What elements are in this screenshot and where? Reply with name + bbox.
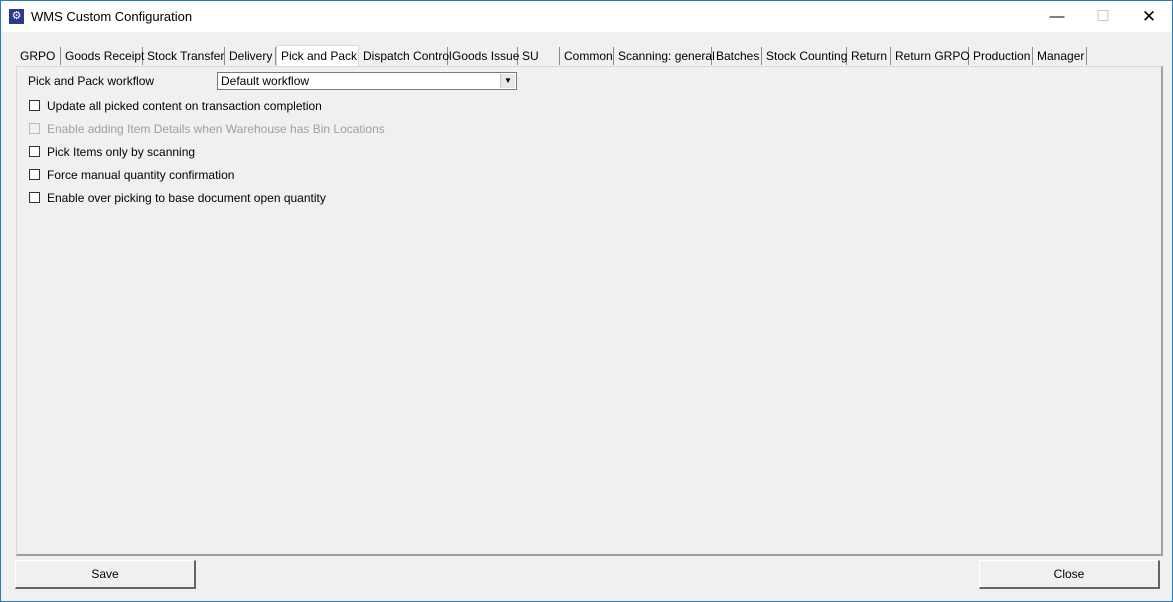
tab-production[interactable]: Production	[969, 47, 1033, 65]
tab-return-grpo[interactable]: Return GRPO	[891, 47, 970, 65]
checkbox-label: Enable adding Item Details when Warehous…	[47, 122, 385, 136]
workflow-dropdown[interactable]: Default workflow ▼	[217, 72, 517, 90]
tab-goods-issue[interactable]: Goods Issue	[448, 47, 519, 65]
checkbox[interactable]	[29, 146, 40, 157]
tab-manager[interactable]: Manager	[1033, 47, 1087, 65]
checkbox-label: Force manual quantity confirmation	[47, 168, 235, 182]
tab-batches[interactable]: Batches	[712, 47, 762, 65]
close-window-button[interactable]: ✕	[1126, 1, 1172, 32]
gear-app-icon: ⚙	[9, 9, 24, 24]
tab-stock-counting[interactable]: Stock Counting	[762, 47, 847, 65]
tab-dispatch-control[interactable]: Dispatch Control	[359, 47, 452, 65]
workflow-label: Pick and Pack workflow	[28, 74, 155, 88]
pick-and-pack-panel: Pick and Pack workflow Default workflow …	[16, 66, 1163, 556]
checkbox[interactable]	[29, 169, 40, 180]
title-bar: ⚙ WMS Custom Configuration — ☐ ✕	[1, 1, 1172, 32]
save-button[interactable]: Save	[15, 560, 196, 589]
app-window: ⚙ WMS Custom Configuration — ☐ ✕ GRPO Go…	[0, 0, 1173, 602]
tab-delivery[interactable]: Delivery	[225, 47, 276, 65]
minimize-button[interactable]: —	[1034, 1, 1080, 32]
tab-stock-transfer[interactable]: Stock Transfer	[143, 47, 225, 65]
tab-goods-receipt[interactable]: Goods Receipt	[61, 47, 144, 65]
tab-scanning-general[interactable]: Scanning: general	[614, 47, 715, 65]
tab-common[interactable]: Common	[560, 47, 614, 65]
tab-return[interactable]: Return	[847, 47, 891, 65]
checkbox[interactable]	[29, 192, 40, 203]
window-title: WMS Custom Configuration	[31, 9, 193, 24]
tab-grpo[interactable]: GRPO	[16, 47, 61, 65]
checkbox-label: Update all picked content on transaction…	[47, 99, 322, 113]
tab-pick-and-pack[interactable]: Pick and Pack	[276, 45, 359, 67]
close-button[interactable]: Close	[979, 560, 1160, 589]
checkbox	[29, 123, 40, 134]
checkbox-label: Enable over picking to base document ope…	[47, 191, 326, 205]
workflow-dropdown-value: Default workflow	[221, 74, 310, 88]
chevron-down-icon[interactable]: ▼	[500, 74, 515, 88]
checkbox-label: Pick Items only by scanning	[47, 145, 196, 159]
maximize-button[interactable]: ☐	[1080, 1, 1126, 32]
tab-su[interactable]: SU	[518, 47, 560, 65]
checkbox[interactable]	[29, 100, 40, 111]
